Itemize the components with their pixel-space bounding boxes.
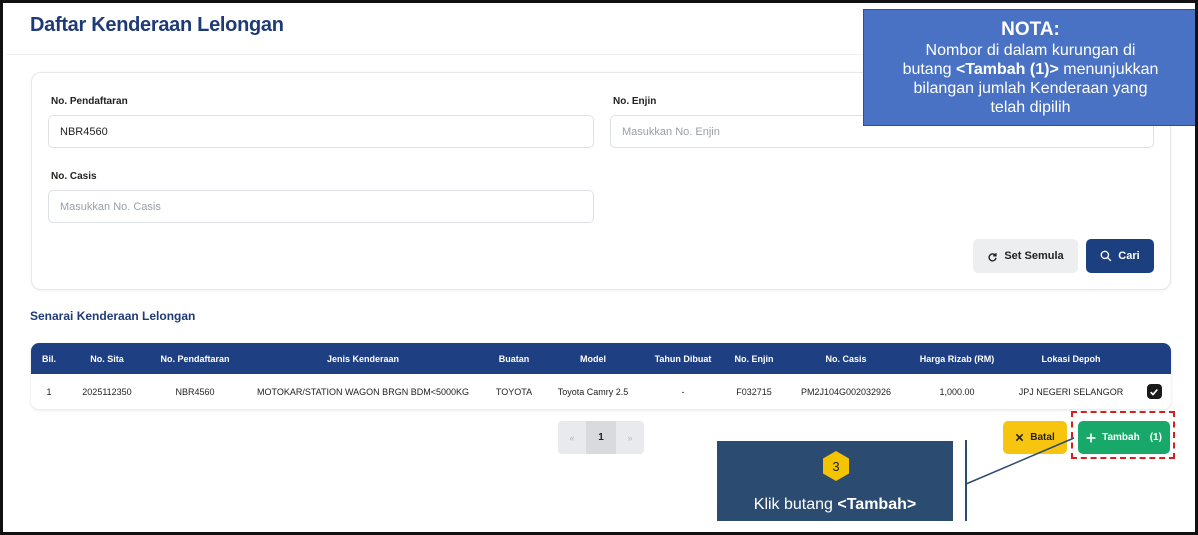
table-row[interactable]: 1 2025112350 NBR4560 MOTOKAR/STATION WAG… [31, 374, 1171, 409]
column-header-no-pendaftaran: No. Pendaftaran [160, 353, 230, 364]
cancel-button-label: Batal [1030, 432, 1055, 443]
cell-bil: 1 [46, 386, 52, 397]
note-box: NOTA: Nombor di dalam kurungan di butang… [863, 9, 1195, 126]
note-line-2-bold: <Tambah (1)> [955, 61, 1059, 78]
note-line-1: Nombor di dalam kurungan di [925, 42, 1136, 59]
step-text: Klik butang <Tambah> [717, 496, 953, 514]
vehicle-table: Bil. No. Sita No. Pendaftaran Jenis Kend… [31, 343, 1171, 409]
column-header-buatan: Buatan [498, 353, 530, 364]
cell-no-pendaftaran: NBR4560 [175, 386, 215, 397]
engine-number-label: No. Enjin [613, 96, 657, 107]
checkbox-checked-icon [1150, 388, 1158, 396]
cell-model: Toyota Camry 2.5 [557, 386, 629, 397]
column-header-no-enjin: No. Enjin [734, 353, 774, 364]
note-title: NOTA: [1001, 19, 1060, 40]
search-button-label: Cari [1118, 250, 1140, 262]
reset-button[interactable]: Set Semula [973, 239, 1078, 273]
column-header-no-sita: No. Sita [90, 353, 124, 364]
callout-divider-line [965, 440, 967, 521]
cell-no-enjin: F032715 [736, 386, 772, 397]
list-title: Senarai Kenderaan Lelongan [30, 309, 196, 323]
column-header-bil: Bil. [41, 353, 56, 364]
pagination-next-button[interactable]: » [616, 421, 644, 454]
cell-harga-rizab: 1,000.00 [939, 386, 975, 397]
cancel-button[interactable]: Batal [1003, 421, 1067, 454]
chassis-number-input[interactable] [48, 190, 594, 223]
chassis-number-label: No. Casis [51, 171, 97, 182]
reset-button-label: Set Semula [1004, 250, 1064, 262]
column-header-harga-rizab: Harga Rizab (RM) [919, 353, 995, 364]
note-line-2-suffix: menunjukkan [1058, 61, 1159, 78]
close-icon [1016, 433, 1024, 442]
step-instruction-box: 3 Klik butang <Tambah> [717, 441, 953, 521]
screenshot-frame: Daftar Kenderaan Lelongan No. Pendaftara… [0, 0, 1198, 535]
note-line-2: butang <Tambah (1)> menunjukkan [876, 60, 1185, 79]
cell-tahun-dibuat: - [681, 386, 685, 397]
table-header-row: Bil. No. Sita No. Pendaftaran Jenis Kend… [31, 343, 1171, 374]
cell-jenis-kenderaan: MOTOKAR/STATION WAGON BRGN BDM<5000KG [257, 386, 469, 397]
column-header-select [1137, 343, 1171, 374]
pagination-current-page[interactable]: 1 [586, 421, 616, 454]
cell-select [1137, 374, 1171, 409]
refresh-icon [988, 252, 997, 261]
column-header-tahun-dibuat: Tahun Dibuat [654, 353, 712, 364]
plate-number-label: No. Pendaftaran [51, 96, 128, 107]
page-title: Daftar Kenderaan Lelongan [30, 14, 284, 36]
step-text-prefix: Klik butang [753, 496, 838, 513]
step-number-badge: 3 [820, 450, 852, 482]
cell-no-sita: 2025112350 [82, 386, 132, 397]
note-line-2-prefix: butang [902, 61, 956, 78]
search-button[interactable]: Cari [1086, 239, 1154, 273]
cell-buatan: TOYOTA [495, 386, 533, 397]
step-number: 3 [832, 458, 840, 474]
cell-lokasi-depoh: JPJ NEGERI SELANGOR [1018, 386, 1124, 397]
note-body: Nombor di dalam kurungan di butang <Tamb… [864, 41, 1195, 117]
column-header-lokasi-depoh: Lokasi Depoh [1041, 353, 1101, 364]
note-line-3: bilangan jumlah Kenderaan yang [913, 80, 1148, 97]
pagination-prev-button[interactable]: « [558, 421, 586, 454]
search-icon [1100, 250, 1112, 262]
column-header-jenis-kenderaan: Jenis Kenderaan [326, 353, 400, 364]
cell-no-casis: PM2J104G002032926 [800, 386, 892, 397]
add-button-highlight [1071, 411, 1175, 459]
column-header-no-casis: No. Casis [825, 353, 867, 364]
plate-number-input[interactable] [48, 115, 594, 148]
step-text-bold: <Tambah> [837, 496, 917, 513]
row-select-checkbox[interactable] [1146, 384, 1162, 399]
pagination: « 1 » [558, 421, 644, 454]
note-line-4: telah dipilih [990, 99, 1071, 116]
column-header-model: Model [580, 353, 606, 364]
